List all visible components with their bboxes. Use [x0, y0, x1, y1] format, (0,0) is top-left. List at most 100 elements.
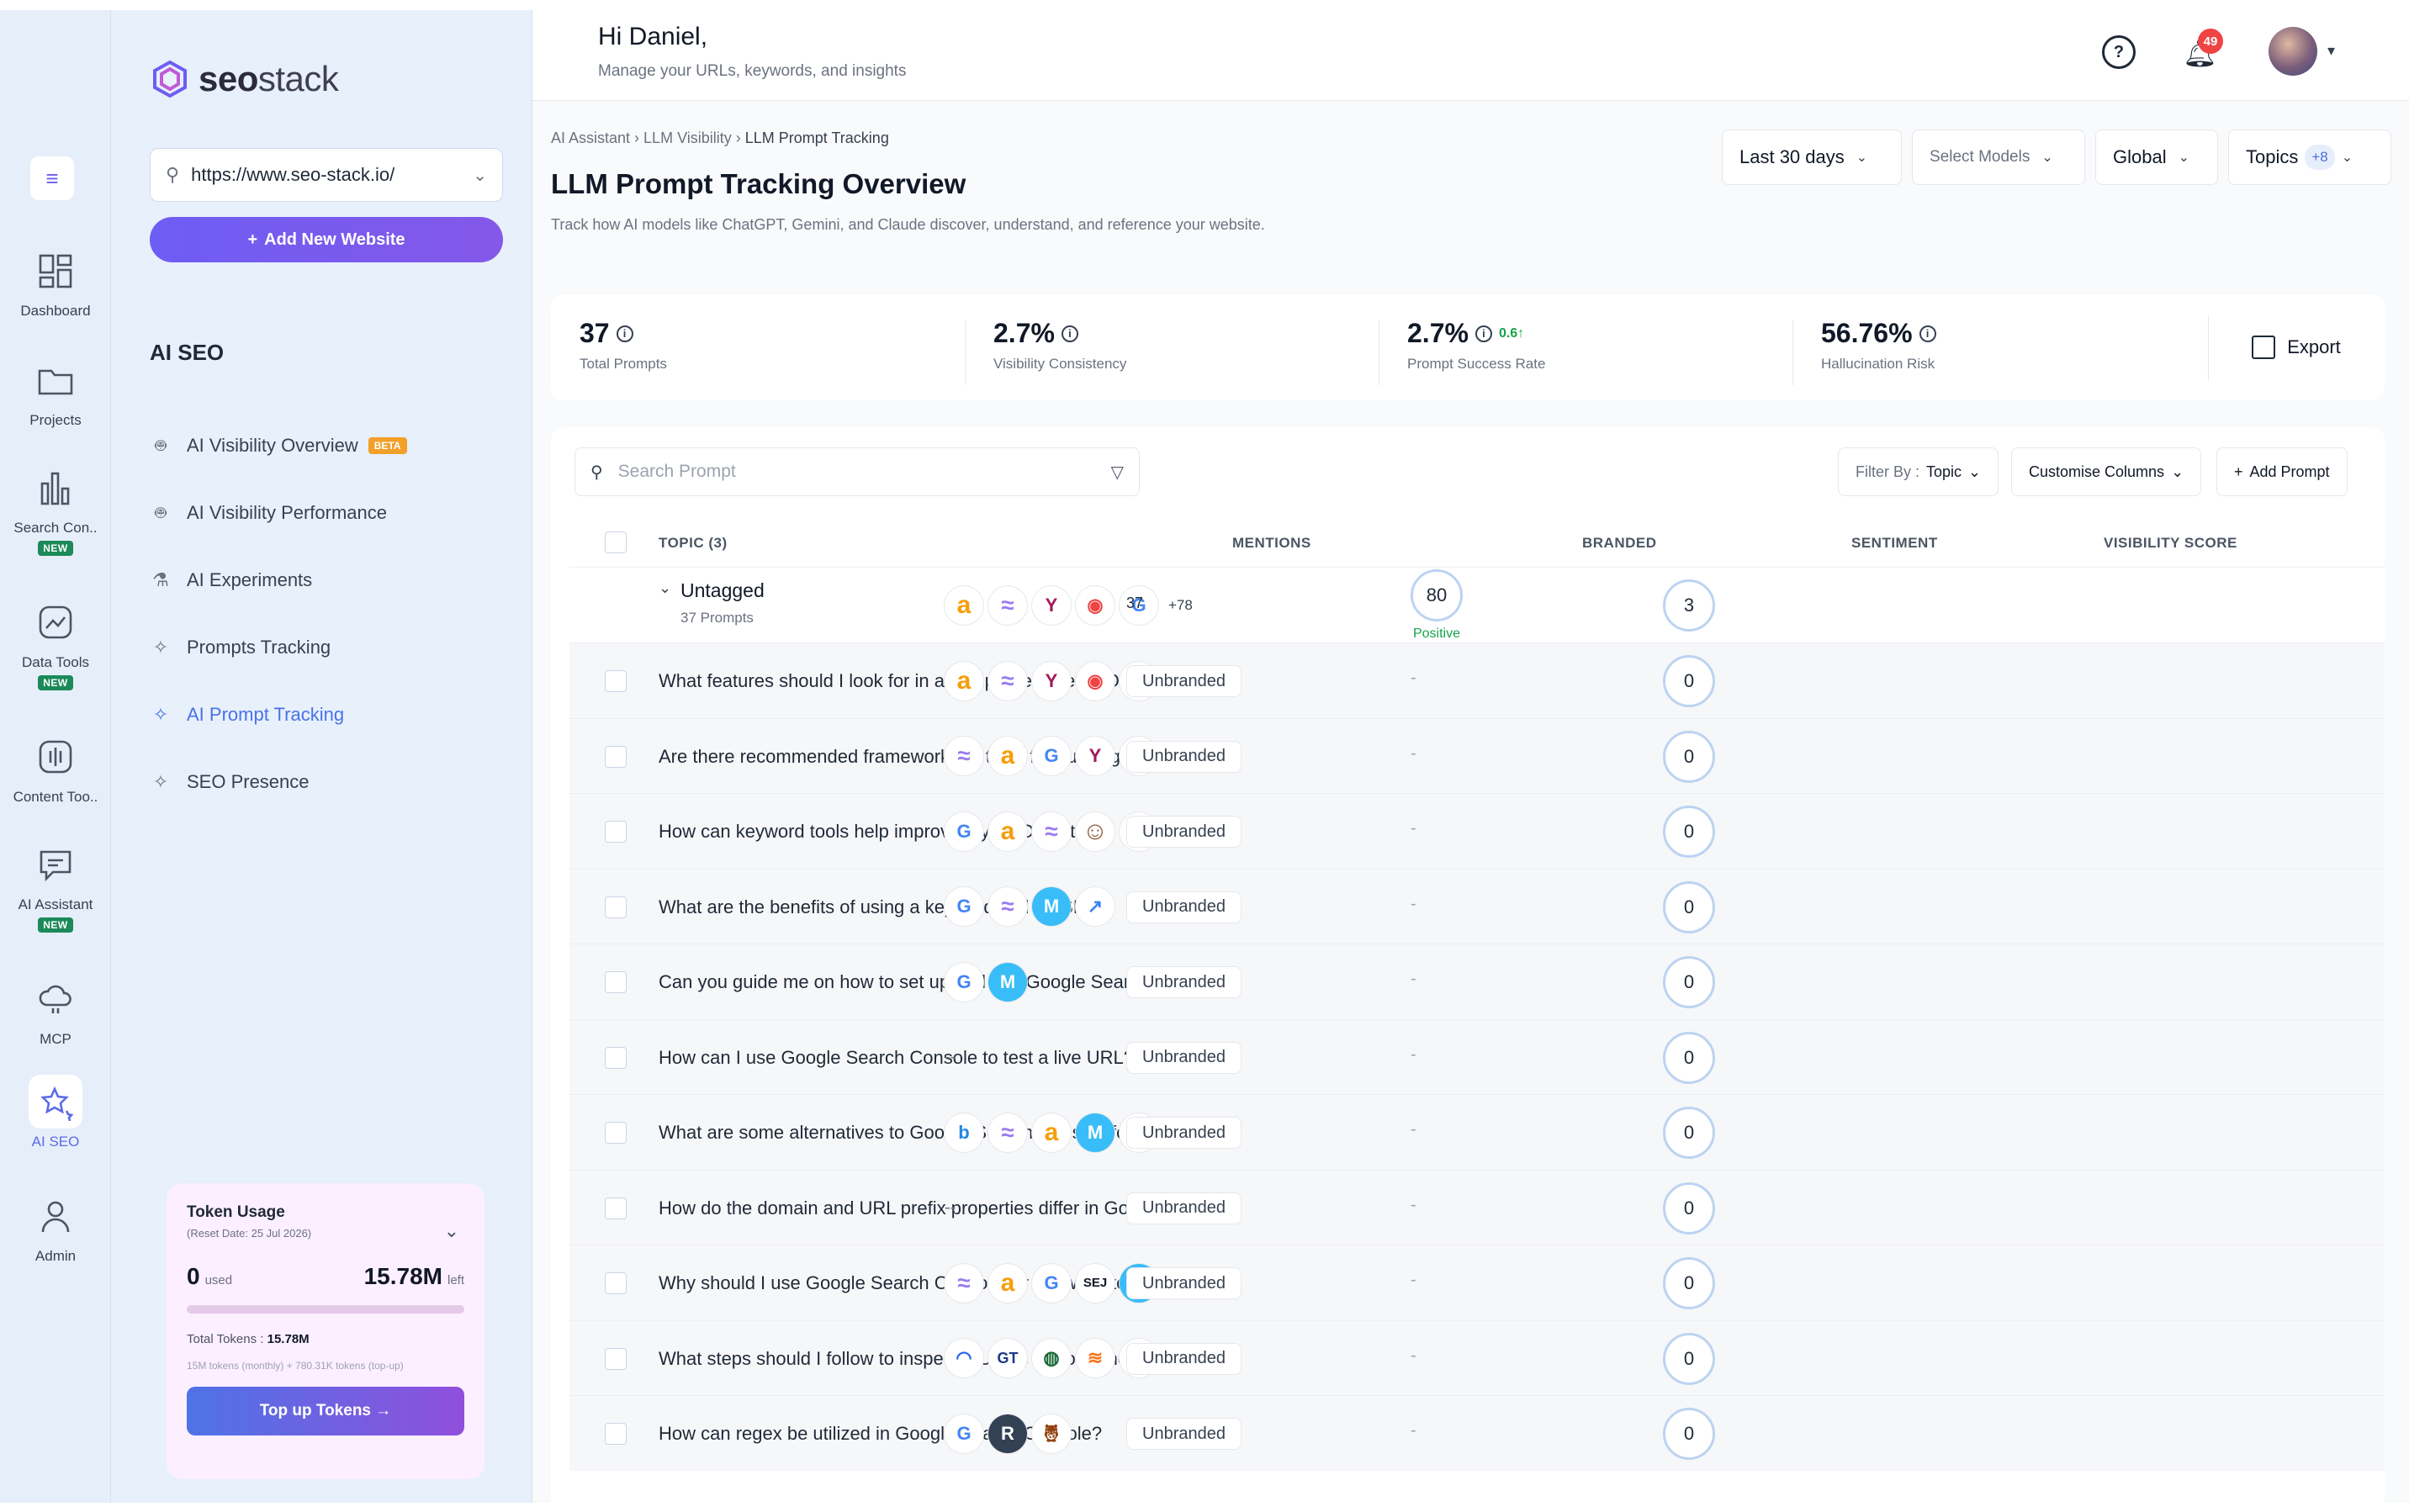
branded-badge: Unbranded — [1126, 665, 1242, 697]
no-mentions: -- — [945, 1047, 956, 1066]
rail-item-admin[interactable]: Admin — [0, 1189, 111, 1265]
region-select[interactable]: Global ⌄ — [2095, 130, 2218, 185]
page-description: Track how AI models like ChatGPT, Gemini… — [551, 216, 1265, 233]
nav-label: SEO Presence — [187, 771, 310, 792]
rail-item-dashboard[interactable]: Dashboard — [0, 244, 111, 320]
filter-funnel-icon[interactable]: ▽ — [1111, 462, 1124, 483]
filter-by-select[interactable]: Filter By : Topic ⌄ — [1838, 447, 1999, 496]
table-row[interactable]: How can regex be utilized in Google Sear… — [569, 1395, 2385, 1471]
row-checkbox[interactable] — [605, 745, 627, 768]
table-row[interactable]: Can you guide me on how to set up and us… — [569, 944, 2385, 1019]
chevron-down-icon[interactable]: ▾ — [2327, 42, 2335, 60]
row-checkbox[interactable] — [605, 1423, 627, 1445]
table-row[interactable]: What features should I look for in a com… — [569, 642, 2385, 718]
row-mentions: -- — [945, 1020, 956, 1095]
info-icon[interactable]: i — [1061, 325, 1078, 342]
row-mentions: G ≈ M ↗ — [945, 870, 1114, 944]
nav-icon: ✧ — [152, 771, 169, 792]
info-icon[interactable]: i — [1919, 325, 1936, 342]
top-up-tokens-button[interactable]: Top up Tokens → — [187, 1387, 464, 1435]
table-row[interactable]: How can I use Google Search Console to t… — [569, 1018, 2385, 1095]
row-checkbox[interactable] — [605, 896, 627, 918]
trend-icon — [29, 595, 82, 649]
table-row[interactable]: What steps should I follow to inspect a … — [569, 1319, 2385, 1395]
page-title: LLM Prompt Tracking Overview — [551, 168, 966, 199]
greeting: Hi Daniel, — [598, 23, 708, 50]
token-usage-card: Token Usage (Reset Date: 25 Jul 2026) ⌄ … — [167, 1183, 484, 1479]
stats-bar: 37 i Total Prompts 2.7% i Visibility Consiste… — [551, 294, 2385, 400]
table-row[interactable]: Why should I use Google Search Console f… — [569, 1245, 2385, 1320]
customise-columns-button[interactable]: Customise Columns ⌄ — [2011, 447, 2202, 496]
stat-value: 2.7% — [1407, 318, 1469, 348]
rail-item-content-too[interactable]: Content Too.. — [0, 730, 111, 806]
m-logo-icon: M — [1032, 887, 1071, 926]
fan-logo-icon: ≋ — [1076, 1339, 1114, 1377]
topics-select[interactable]: Topics +8 ⌄ — [2228, 130, 2391, 185]
rail-item-projects[interactable]: Projects — [0, 353, 111, 429]
branded-badge: Unbranded — [1126, 1267, 1242, 1299]
row-checkbox[interactable] — [605, 1347, 627, 1370]
chevron-down-icon[interactable]: ⌄ — [444, 1220, 459, 1242]
branded-badge: Unbranded — [1126, 740, 1242, 773]
yoast-icon: Y — [1032, 661, 1071, 700]
table-row[interactable]: How do the domain and URL prefix propert… — [569, 1169, 2385, 1245]
select-all-checkbox[interactable] — [605, 531, 627, 553]
rail-item-data-tools[interactable]: Data Tools NEW — [0, 595, 111, 690]
row-checkbox[interactable] — [605, 821, 627, 843]
visibility-score: 3 — [1663, 579, 1715, 632]
add-prompt-button[interactable]: + Add Prompt — [2216, 447, 2348, 496]
rail-item-search-con[interactable]: Search Con.. NEW — [0, 461, 111, 556]
table-body: ⌄ Untagged 37 Prompts a ≈ Y ◉ G +78 37 80 Pos… — [569, 567, 2385, 1471]
help-icon[interactable]: ? — [2102, 35, 2136, 69]
sentiment-value: - — [1411, 970, 1416, 988]
rail-item-mcp[interactable]: MCP — [0, 972, 111, 1048]
row-checkbox[interactable] — [605, 1272, 627, 1294]
table-row[interactable]: What are some alternatives to Google Sea… — [569, 1094, 2385, 1170]
add-website-button[interactable]: + Add New Website — [150, 217, 503, 262]
search-prompt-input[interactable]: ⚲ Search Prompt ▽ — [574, 447, 1140, 496]
rail-label: Admin — [34, 1248, 77, 1264]
chevron-down-icon: ⌄ — [2171, 463, 2184, 480]
visibility-score: 0 — [1663, 1107, 1715, 1159]
date-range-select[interactable]: Last 30 days ⌄ — [1722, 130, 1902, 185]
topic-group-row[interactable]: ⌄ Untagged 37 Prompts a ≈ Y ◉ G +78 37 80 Pos… — [569, 567, 2385, 642]
brand-logo[interactable]: seostack — [150, 59, 339, 99]
avatar[interactable] — [2269, 27, 2317, 76]
info-icon[interactable]: i — [616, 325, 633, 342]
row-checkbox[interactable] — [605, 1046, 627, 1069]
icon-rail: ≡ Dashboard Projects Search Con.. NEW Data T… — [0, 10, 111, 1503]
export-button[interactable]: Export — [2208, 294, 2385, 400]
info-icon[interactable]: i — [1475, 325, 1492, 342]
website-select[interactable]: ⚲ https://www.seo-stack.io/ ⌄ — [150, 148, 503, 202]
rail-item-ai-assistant[interactable]: AI Assistant NEW — [0, 838, 111, 933]
table-row[interactable]: How can keyword tools help improve my SE… — [569, 793, 2385, 869]
more-mentions[interactable]: +78 — [1168, 597, 1193, 614]
row-checkbox[interactable] — [605, 971, 627, 993]
row-checkbox[interactable] — [605, 1197, 627, 1219]
branded-badge: Unbranded — [1126, 1117, 1242, 1149]
col-visibility-score: VISIBILITY SCORE — [2104, 535, 2237, 551]
collapse-menu-icon[interactable]: ≡ — [30, 156, 74, 200]
nav-item-ai-experiments[interactable]: ⚗︎ AI Experiments — [150, 547, 503, 614]
sej-logo-icon: SEJ — [1076, 1263, 1114, 1303]
crumb-ai-assistant[interactable]: AI Assistant — [551, 130, 630, 146]
nav-item-ai-visibility-overview[interactable]: 🤖︎ AI Visibility Overview BETA — [150, 412, 503, 479]
rail-item-ai-seo[interactable]: AI SEO — [0, 1075, 111, 1150]
bar-chart-icon — [29, 461, 82, 515]
row-checkbox[interactable] — [605, 1122, 627, 1144]
rail-label: AI Assistant — [18, 896, 93, 912]
nav-item-ai-visibility-performance[interactable]: 🤖︎ AI Visibility Performance — [150, 479, 503, 547]
table-row[interactable]: Are there recommended frameworks or tool… — [569, 717, 2385, 793]
stat-visibility-consistency: 2.7% i Visibility Consistency — [965, 294, 1379, 400]
chevron-down-icon: ⌄ — [2041, 151, 2053, 165]
row-checkbox[interactable] — [605, 670, 627, 692]
nav-item-ai-prompt-tracking[interactable]: ✧ AI Prompt Tracking — [150, 681, 503, 748]
table-row[interactable]: What are the benefits of using a keyword… — [569, 868, 2385, 944]
google-icon: G — [945, 887, 983, 926]
nav-item-seo-presence[interactable]: ✧ SEO Presence — [150, 748, 503, 816]
yoast-icon: Y — [1032, 585, 1071, 625]
models-select[interactable]: Select Models ⌄ — [1912, 130, 2085, 185]
chevron-down-icon[interactable]: ⌄ — [659, 579, 671, 597]
nav-item-prompts-tracking[interactable]: ✧ Prompts Tracking — [150, 614, 503, 681]
crumb-llm-visibility[interactable]: LLM Visibility — [643, 130, 732, 146]
